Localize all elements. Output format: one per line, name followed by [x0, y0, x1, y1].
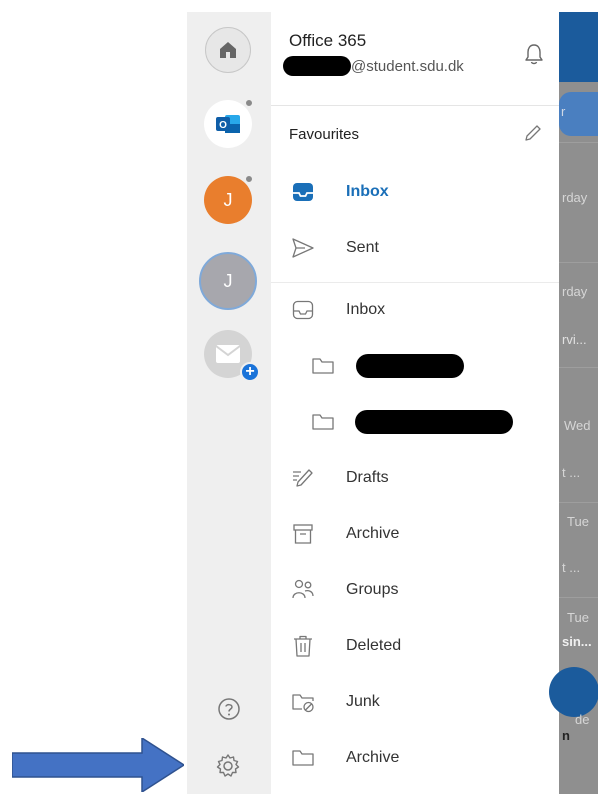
folder-label: Archive [346, 525, 400, 542]
favourites-heading: Favourites [289, 126, 360, 143]
svg-text:O: O [219, 120, 227, 131]
outlook-logo-icon: O [216, 115, 240, 133]
account-email: @student.sdu.dk [351, 57, 464, 75]
background-filter-pill: r [559, 92, 598, 136]
redacted-folder-name [355, 410, 513, 434]
inbox-icon [293, 183, 313, 201]
account-avatar-1[interactable]: J [204, 174, 254, 224]
background-text: t ... [562, 560, 581, 575]
background-text: de [575, 712, 590, 727]
divider [559, 597, 598, 598]
screen: O J J + Office 365 @student.sdu.dk Favou… [0, 0, 598, 794]
divider [559, 142, 598, 143]
favourite-item-sent[interactable]: Sent [271, 224, 559, 272]
outlook-account-button[interactable]: O [204, 98, 254, 148]
avatar-initial: J [223, 270, 233, 291]
background-text: sin... [562, 634, 592, 649]
account-avatar-2-selected[interactable]: J [199, 252, 257, 310]
favourite-item-inbox[interactable]: Inbox [271, 168, 559, 216]
redacted-username [283, 56, 351, 76]
drafts-icon [293, 469, 313, 487]
notification-dot [244, 174, 254, 184]
background-text: r [561, 104, 566, 119]
background-text: Wed [564, 418, 591, 433]
help-icon[interactable] [217, 697, 241, 721]
background-text: rvi... [562, 332, 587, 347]
send-icon [292, 238, 314, 258]
trash-icon [294, 635, 312, 657]
redacted-folder-name [356, 354, 464, 378]
favourite-label: Inbox [346, 183, 389, 200]
folder-item-groups[interactable]: Groups [271, 566, 559, 614]
background-message-list: r rday rday rvi... Wed t ... Tue t ... T… [549, 12, 598, 794]
folder-item-drafts[interactable]: Drafts [271, 454, 559, 502]
junk-icon [292, 694, 314, 713]
avatar-initial: J [223, 189, 233, 210]
background-text: rday [562, 284, 588, 299]
folder-item-junk[interactable]: Junk [271, 678, 559, 726]
favourites-section: Inbox Sent [271, 160, 559, 283]
mail-icon [215, 345, 241, 363]
folder-label: Drafts [346, 469, 389, 486]
archive-icon [293, 524, 313, 544]
account-title: Office 365 [289, 31, 367, 50]
home-icon [220, 42, 236, 58]
background-text: n [562, 728, 570, 743]
groups-icon [292, 579, 314, 599]
background-text: Tue [567, 514, 589, 529]
divider [559, 502, 598, 503]
folder-label: Deleted [346, 637, 402, 654]
folder-icon [292, 750, 314, 766]
edit-pencil-icon[interactable] [523, 123, 543, 143]
background-text: Tue [567, 610, 589, 625]
account-rail: O J J + [187, 12, 271, 794]
folder-icon [312, 414, 334, 430]
background-text: t ... [562, 465, 581, 480]
plus-icon: + [240, 362, 260, 382]
background-compose-button [549, 667, 598, 717]
folder-item-redacted-1[interactable] [271, 342, 559, 390]
background-header [559, 12, 598, 82]
background-text: rday [562, 190, 588, 205]
divider [271, 105, 559, 106]
divider [559, 262, 598, 263]
folder-item-redacted-2[interactable] [271, 398, 559, 446]
favourite-label: Sent [346, 239, 379, 256]
notification-dot [244, 98, 254, 108]
folder-item-archive[interactable]: Archive [271, 510, 559, 558]
folder-icon [312, 358, 334, 374]
inbox-icon [292, 300, 314, 320]
annotation-arrow-icon [12, 738, 184, 792]
bell-icon[interactable] [523, 42, 545, 66]
account-email-row: @student.sdu.dk [283, 56, 464, 76]
folder-item-deleted[interactable]: Deleted [271, 622, 559, 670]
settings-gear-icon[interactable] [215, 753, 241, 779]
folder-label: Inbox [346, 301, 386, 318]
folder-label: Junk [346, 693, 380, 710]
divider [559, 367, 598, 368]
add-account-button[interactable]: + [204, 330, 260, 382]
folder-item-inbox[interactable]: Inbox [271, 286, 559, 334]
folder-label: Archive [346, 749, 400, 766]
home-button[interactable] [205, 27, 251, 73]
folder-drawer: Office 365 @student.sdu.dk Favourites In… [271, 12, 559, 794]
folder-label: Groups [346, 581, 399, 598]
folder-item-archive-folder[interactable]: Archive [271, 734, 559, 782]
